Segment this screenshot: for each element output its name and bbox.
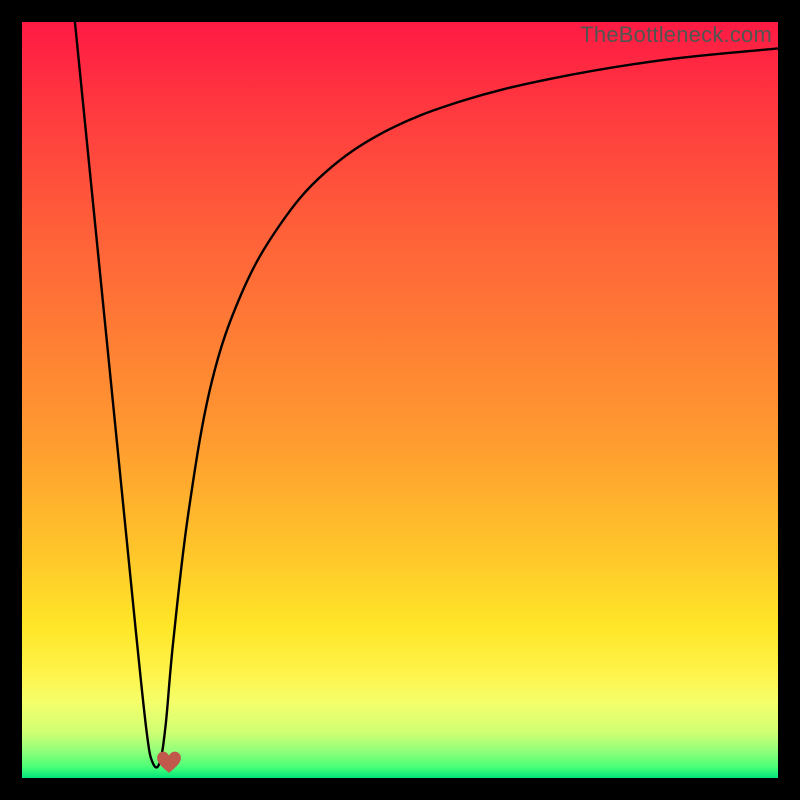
plot-area: TheBottleneck.com	[22, 22, 778, 778]
chart-curve	[22, 22, 778, 778]
heart-marker-icon	[156, 750, 182, 774]
chart-canvas: TheBottleneck.com	[0, 0, 800, 800]
